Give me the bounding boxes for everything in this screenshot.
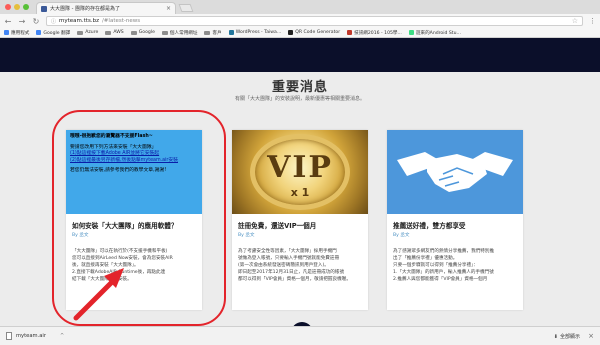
arrow-annotation-icon [73,268,124,321]
download-item[interactable]: myteam.air ^ [6,332,64,340]
close-download-shelf-icon[interactable]: × [588,332,594,340]
show-all-label: 全部顯示 [559,334,580,340]
download-file-name: myteam.air [16,333,46,339]
show-all-downloads-button[interactable]: ⬇ 全部顯示 [553,333,580,341]
file-icon [6,332,12,340]
chevron-up-icon[interactable]: ^ [60,333,64,339]
download-shelf: myteam.air ^ ⬇ 全部顯示 × [0,326,600,345]
download-icon: ⬇ [553,333,558,340]
